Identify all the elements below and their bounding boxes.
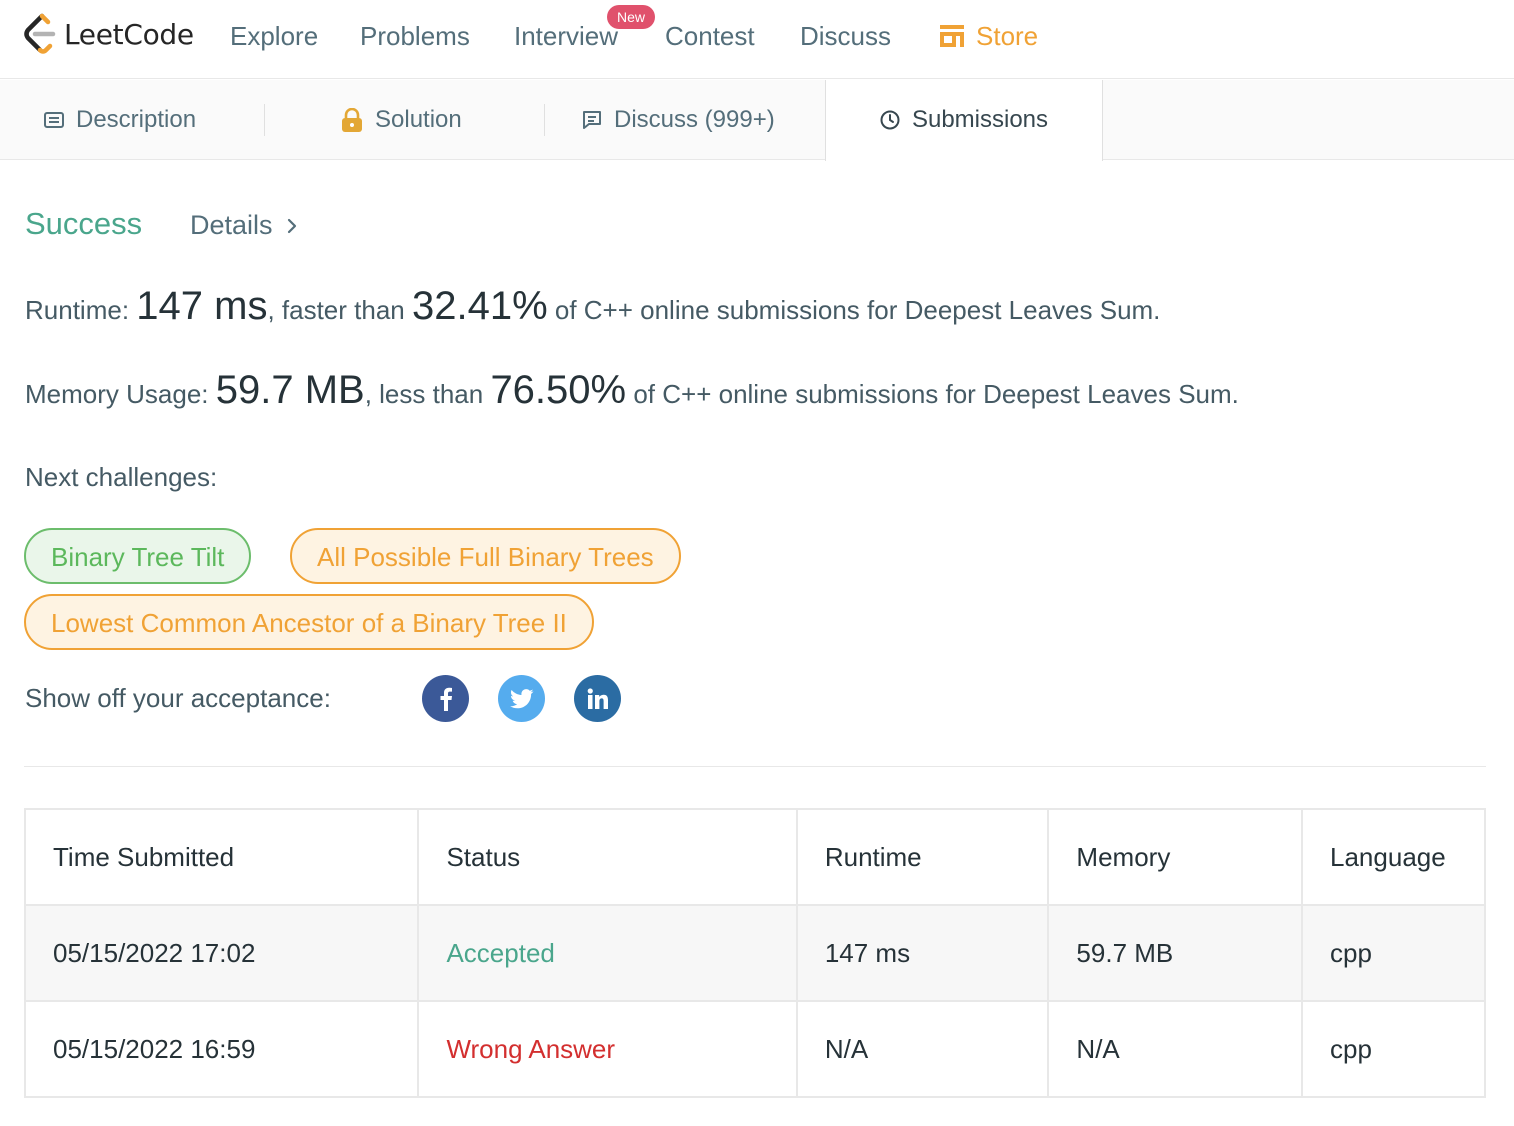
facebook-icon (440, 687, 452, 711)
runtime-mid: , faster than (267, 295, 412, 325)
twitter-icon (509, 688, 533, 708)
tab-divider (264, 104, 265, 136)
column-header-time[interactable]: Time Submitted (23, 808, 420, 906)
challenge-chip[interactable]: All Possible Full Binary Trees (290, 528, 681, 584)
tab-discuss[interactable]: Discuss (999+) (582, 80, 775, 160)
nav-explore[interactable]: Explore (230, 20, 318, 52)
cell-runtime: 147 ms (795, 904, 1050, 1002)
cell-time: 05/15/2022 17:02 (23, 904, 420, 1002)
tab-submissions[interactable]: Submissions (825, 80, 1103, 161)
linkedin-share-button[interactable] (574, 675, 621, 722)
cell-time: 05/15/2022 16:59 (23, 1000, 420, 1098)
nav-contest[interactable]: Contest (665, 20, 755, 52)
runtime-line: Runtime: 147 ms, faster than 32.41% of C… (25, 284, 1160, 329)
tab-bar: Description Solution Discuss (999+) (0, 80, 1514, 160)
tab-description-label: Description (76, 106, 197, 133)
details-label: Details (190, 210, 273, 240)
chat-icon (583, 111, 601, 129)
column-header-language[interactable]: Language (1301, 808, 1486, 906)
table-header-row: Time Submitted Status Runtime Memory Lan… (23, 808, 1486, 906)
runtime-value: 147 ms (136, 284, 268, 328)
tab-submissions-label: Submissions (911, 106, 1049, 133)
cell-language: cpp (1301, 904, 1486, 1002)
nav-interview[interactable]: Interview (514, 20, 618, 52)
submissions-table: Time Submitted Status Runtime Memory Lan… (23, 808, 1486, 1098)
nav-store[interactable]: Store (938, 20, 1038, 52)
table-row: 05/15/2022 16:59 Wrong Answer N/A N/A cp… (23, 1000, 1486, 1098)
store-label: Store (976, 21, 1039, 51)
memory-tail: of C++ online submissions for Deepest Le… (626, 379, 1239, 409)
chevron-right-icon (287, 218, 296, 233)
tab-solution-label: Solution (375, 106, 462, 133)
cell-status[interactable]: Wrong Answer (417, 1000, 798, 1098)
logo-text: LeetCode (64, 17, 194, 51)
next-challenges-label: Next challenges: (25, 462, 218, 492)
column-header-status[interactable]: Status (417, 808, 798, 906)
new-badge: New (607, 5, 656, 29)
nav-discuss[interactable]: Discuss (800, 20, 891, 52)
cell-memory: N/A (1047, 1000, 1304, 1098)
tab-divider (544, 104, 545, 136)
table-row: 05/15/2022 17:02 Accepted 147 ms 59.7 MB… (23, 904, 1486, 1002)
cell-language: cpp (1301, 1000, 1486, 1098)
challenge-chip[interactable]: Binary Tree Tilt (24, 528, 252, 584)
section-divider (24, 766, 1486, 767)
memory-label: Memory Usage: (25, 379, 216, 409)
result-status: Success (25, 206, 143, 241)
facebook-share-button[interactable] (422, 675, 469, 722)
top-nav: LeetCode Explore Problems Interview New … (0, 0, 1514, 79)
logo[interactable]: LeetCode (22, 12, 194, 56)
memory-line: Memory Usage: 59.7 MB, less than 76.50% … (25, 368, 1239, 413)
leetcode-logo-icon (24, 13, 56, 54)
share-label: Show off your acceptance: (25, 683, 331, 713)
store-icon (940, 25, 964, 47)
memory-mid: , less than (364, 379, 491, 409)
column-header-runtime[interactable]: Runtime (795, 808, 1050, 906)
runtime-label: Runtime: (25, 295, 137, 325)
details-link[interactable]: Details (190, 210, 297, 241)
cell-runtime: N/A (795, 1000, 1050, 1098)
runtime-percentile: 32.41% (411, 284, 548, 328)
memory-percentile: 76.50% (490, 368, 627, 412)
column-header-memory[interactable]: Memory (1047, 808, 1304, 906)
tab-solution[interactable]: Solution (341, 80, 462, 160)
challenge-chip[interactable]: Lowest Common Ancestor of a Binary Tree … (24, 594, 594, 650)
memory-value: 59.7 MB (215, 368, 365, 412)
tab-discuss-label: Discuss (999+) (614, 106, 775, 133)
lock-icon (342, 108, 362, 132)
linkedin-icon (587, 687, 608, 709)
cell-status[interactable]: Accepted (417, 904, 798, 1002)
clock-icon (880, 110, 900, 130)
runtime-tail: of C++ online submissions for Deepest Le… (547, 295, 1161, 325)
tab-description[interactable]: Description (44, 80, 196, 160)
twitter-share-button[interactable] (498, 675, 545, 722)
cell-memory: 59.7 MB (1047, 904, 1304, 1002)
nav-problems[interactable]: Problems (360, 20, 470, 52)
description-icon (44, 112, 64, 128)
